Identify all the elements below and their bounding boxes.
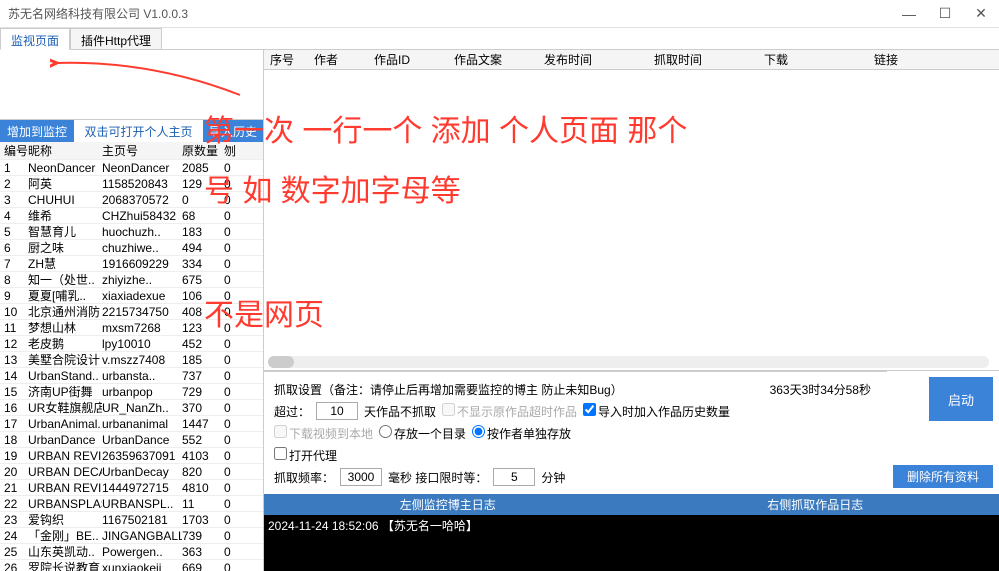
left-log-panel[interactable]: 2024-11-24 18:52:06 【苏无名一哈哈】 bbox=[264, 515, 632, 571]
rcol-author: 作者 bbox=[308, 50, 368, 69]
open-proxy-checkbox[interactable] bbox=[274, 447, 287, 460]
table-row[interactable]: 22URBANSPLASHcURBANSPL..110 bbox=[0, 496, 263, 512]
table-row[interactable]: 15济南UP街舞urbanpop7290 bbox=[0, 384, 263, 400]
rcol-wid: 作品ID bbox=[368, 50, 448, 69]
table-row[interactable]: 21URBAN REVI..144497271548100 bbox=[0, 480, 263, 496]
left-log-title: 左侧监控博主日志 bbox=[264, 494, 632, 515]
table-row[interactable]: 6厨之味chuzhiwe..4940 bbox=[0, 240, 263, 256]
limit-unit: 分钟 bbox=[541, 469, 565, 486]
table-row[interactable]: 26罗院长说教育xunxiaokeji6690 bbox=[0, 560, 263, 571]
countdown-timer: 363天3时34分58秒 bbox=[770, 381, 871, 398]
table-row[interactable]: 14UrbanStand..urbansta..7370 bbox=[0, 368, 263, 384]
annotation-text-1: 第一次 一行一个 添加 个人页面 那个 bbox=[204, 106, 687, 150]
app-title: 苏无名网络科技有限公司 V1.0.0.3 bbox=[8, 5, 188, 22]
settings-panel: 抓取设置（备注：请停止后再增加需要监控的博主 防止未知Bug） 363天3时34… bbox=[264, 371, 887, 494]
minimize-button[interactable]: — bbox=[891, 0, 927, 28]
table-row[interactable]: 8知一（处世..zhiyizhe..6750 bbox=[0, 272, 263, 288]
table-row[interactable]: 13美墅合院设计v.mszz74081850 bbox=[0, 352, 263, 368]
table-row[interactable]: 24「金刚」BE..JINGANGBALL7390 bbox=[0, 528, 263, 544]
limit-input[interactable] bbox=[493, 468, 535, 486]
rcol-copy: 作品文案 bbox=[448, 50, 538, 69]
rcol-crawl: 抓取时间 bbox=[648, 50, 758, 69]
maximize-button[interactable]: ☐ bbox=[927, 0, 963, 28]
table-row[interactable]: 23爱钩织116750218117030 bbox=[0, 512, 263, 528]
table-row[interactable]: 20URBAN DECAYUrbanDecay8200 bbox=[0, 464, 263, 480]
table-row[interactable]: 16UR女鞋旗舰店UR_NanZh..3700 bbox=[0, 400, 263, 416]
table-row[interactable]: 12老皮鹅lpy100104520 bbox=[0, 336, 263, 352]
col-idx: 编号 bbox=[0, 142, 28, 159]
exceed-days-input[interactable] bbox=[316, 402, 358, 420]
freq-label: 抓取频率： bbox=[274, 469, 334, 486]
right-grid-header: 序号 作者 作品ID 作品文案 发布时间 抓取时间 下载 链接 bbox=[264, 50, 999, 70]
col-home: 主页号 bbox=[102, 142, 182, 159]
annotation-text-2: 号 如 数字加字母等 bbox=[204, 166, 461, 210]
annotation-text-3: 不是网页 bbox=[204, 290, 324, 334]
tab-http-proxy[interactable]: 插件Http代理 bbox=[70, 28, 162, 49]
save-author-dir-radio[interactable] bbox=[472, 425, 485, 438]
tab-monitor[interactable]: 监视页面 bbox=[0, 28, 70, 50]
table-row[interactable]: 18UrbanDanceUrbanDance5520 bbox=[0, 432, 263, 448]
exceed-label: 超过： bbox=[274, 403, 310, 420]
col-nick: 昵称 bbox=[28, 142, 102, 159]
rcol-link: 链接 bbox=[868, 50, 999, 69]
right-log-panel[interactable] bbox=[632, 515, 999, 571]
horizontal-scrollbar[interactable] bbox=[268, 356, 989, 368]
save-one-dir-radio[interactable] bbox=[379, 425, 392, 438]
table-row[interactable]: 5智慧育儿huochuzh..1830 bbox=[0, 224, 263, 240]
left-grid-body[interactable]: 1NeonDancerNeonDancer208502阿英11585208431… bbox=[0, 160, 263, 571]
download-local-checkbox bbox=[274, 425, 287, 438]
settings-title: 抓取设置（备注：请停止后再增加需要监控的博主 防止未知Bug） bbox=[274, 381, 623, 398]
title-bar: 苏无名网络科技有限公司 V1.0.0.3 — ☐ ✕ bbox=[0, 0, 999, 28]
table-row[interactable]: 25山东英凯动..Powergen..3630 bbox=[0, 544, 263, 560]
right-panel: 序号 作者 作品ID 作品文案 发布时间 抓取时间 下载 链接 第一次 一行一个… bbox=[264, 50, 999, 571]
rcol-pub: 发布时间 bbox=[538, 50, 648, 69]
rcol-idx: 序号 bbox=[264, 50, 308, 69]
exceed-suffix: 天作品不抓取 bbox=[364, 403, 436, 420]
table-row[interactable]: 7ZH慧19166092293340 bbox=[0, 256, 263, 272]
delete-all-button[interactable]: 删除所有资料 bbox=[893, 465, 993, 488]
add-monitor-button[interactable]: 增加到监控 bbox=[0, 120, 74, 142]
close-button[interactable]: ✕ bbox=[963, 0, 999, 28]
right-log-title: 右侧抓取作品日志 bbox=[632, 494, 999, 515]
table-row[interactable]: 4维希CHZhui58432680 bbox=[0, 208, 263, 224]
freq-unit: 毫秒 接口限时等： bbox=[388, 469, 487, 486]
window-controls: — ☐ ✕ bbox=[891, 0, 999, 28]
freq-input[interactable] bbox=[340, 468, 382, 486]
right-grid-body: 第一次 一行一个 添加 个人页面 那个 号 如 数字加字母等 不是网页 bbox=[264, 70, 999, 370]
table-row[interactable]: 17UrbanAnimal..urbananimal14470 bbox=[0, 416, 263, 432]
open-homepage-hint[interactable]: 双击可打开个人主页 bbox=[74, 120, 203, 142]
table-row[interactable]: 19URBAN REVI..2635963709141030 bbox=[0, 448, 263, 464]
start-button[interactable]: 启动 bbox=[929, 377, 993, 421]
rcol-dl: 下载 bbox=[758, 50, 868, 69]
no-show-timeout-checkbox bbox=[442, 403, 455, 416]
main-tabs: 监视页面 插件Http代理 bbox=[0, 28, 999, 50]
log-section: 左侧监控博主日志 右侧抓取作品日志 2024-11-24 18:52:06 【苏… bbox=[264, 494, 999, 571]
import-history-checkbox[interactable] bbox=[583, 403, 596, 416]
